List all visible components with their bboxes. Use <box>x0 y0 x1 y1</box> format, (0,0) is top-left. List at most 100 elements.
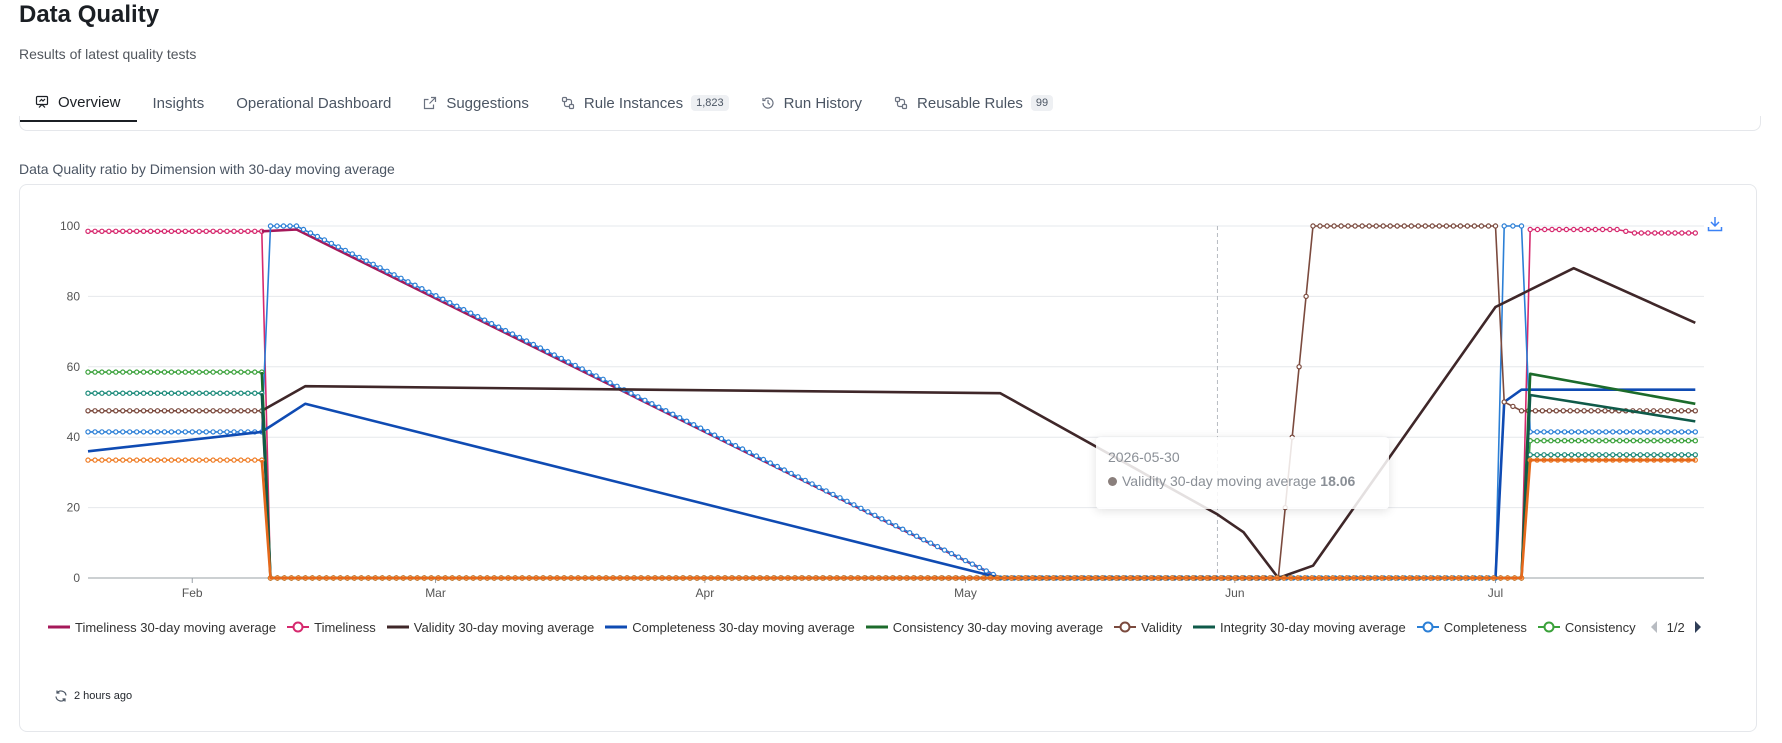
validity-point <box>1492 223 1499 229</box>
timeliness-point <box>1534 226 1541 233</box>
validity-point <box>1345 223 1351 229</box>
integrity-point <box>1603 452 1609 458</box>
consistency-point <box>154 369 161 375</box>
tooltip-value: 18.06 <box>1320 473 1356 489</box>
completeness-point <box>1616 429 1623 435</box>
completeness-point <box>1658 429 1664 435</box>
completeness-point <box>955 554 962 560</box>
consistency-point <box>1596 438 1602 444</box>
legend-item[interactable]: Timeliness <box>287 620 376 635</box>
validity-point <box>1422 223 1429 229</box>
completeness-point <box>725 439 732 445</box>
integrity-point <box>99 390 105 396</box>
validity-point <box>1501 399 1507 405</box>
integrity-point <box>1582 452 1589 458</box>
validity-point <box>1380 223 1386 229</box>
legend-prev-icon[interactable] <box>1649 620 1659 634</box>
validity-point <box>92 408 98 414</box>
legend-item[interactable]: Completeness 30-day moving average <box>605 620 855 635</box>
legend-item[interactable]: Consistency <box>1537 620 1636 635</box>
completeness-point <box>732 442 739 449</box>
completeness-point <box>1575 429 1582 435</box>
completeness-point <box>1554 429 1561 435</box>
download-icon[interactable] <box>1706 215 1724 233</box>
validity-point <box>161 408 168 414</box>
completeness-point <box>426 289 432 295</box>
integrity-point <box>1527 452 1533 458</box>
timeliness-point <box>1570 226 1577 233</box>
validity-point <box>1317 223 1323 229</box>
completeness-point <box>1501 223 1507 229</box>
integrity-point <box>1554 452 1561 458</box>
legend-item[interactable]: Timeliness 30-day moving average <box>48 620 276 635</box>
consistency-point <box>1637 438 1644 444</box>
completeness-point <box>642 397 648 403</box>
x-tick-label: Apr <box>696 586 715 600</box>
validity-point <box>1532 408 1539 414</box>
validity-point <box>140 408 147 414</box>
timeliness-point <box>1527 226 1533 233</box>
timeliness-point <box>175 228 182 234</box>
timeliness-point <box>1549 226 1555 233</box>
validity-point <box>1408 223 1415 229</box>
completeness-point <box>196 429 202 435</box>
validity-point <box>1471 223 1478 229</box>
refresh-status[interactable]: 2 hours ago <box>54 689 132 703</box>
consistency-point <box>126 369 133 375</box>
completeness-point <box>280 223 287 229</box>
series-point <box>147 457 154 463</box>
timeliness-point <box>113 228 119 234</box>
legend-next-icon[interactable] <box>1693 620 1703 634</box>
validity-point <box>1546 408 1553 414</box>
completeness-point <box>530 341 537 348</box>
legend-item[interactable]: Validity <box>1114 620 1182 635</box>
completeness-point <box>544 348 551 355</box>
completeness-point <box>1678 429 1685 435</box>
validity-point <box>1664 408 1671 414</box>
series-point <box>133 457 140 463</box>
completeness-point <box>147 429 154 435</box>
legend-label: Completeness 30-day moving average <box>632 619 855 635</box>
completeness-point <box>879 516 885 522</box>
consistency-point <box>1665 438 1671 444</box>
integrity-point <box>210 390 216 396</box>
series-point <box>196 457 202 463</box>
timeliness-point <box>238 228 244 234</box>
legend-item[interactable]: Consistency 30-day moving average <box>865 620 1103 635</box>
consistency-point <box>238 369 244 375</box>
timeliness-point <box>252 228 258 234</box>
completeness-point <box>140 429 147 435</box>
legend-item[interactable]: Completeness <box>1416 619 1527 635</box>
consistency-point <box>224 369 230 375</box>
completeness-point <box>495 324 502 330</box>
timeliness-point <box>196 228 202 234</box>
legend-label: Completeness <box>1443 619 1527 635</box>
completeness-point <box>99 429 105 435</box>
validity-point <box>1518 408 1525 414</box>
validity-point <box>1366 223 1372 229</box>
completeness-point <box>1651 429 1657 435</box>
integrity-point <box>133 390 140 396</box>
completeness-point <box>934 543 941 550</box>
completeness-point <box>328 240 335 247</box>
timeliness-point <box>182 228 188 234</box>
validity-point <box>133 408 140 414</box>
series-dot-icon <box>1108 476 1117 486</box>
validity-point <box>1560 408 1567 414</box>
validity-point <box>99 408 105 414</box>
completeness-point <box>927 540 934 546</box>
legend-item[interactable]: Validity 30-day moving average <box>386 620 594 635</box>
completeness-point <box>691 422 697 428</box>
completeness-point <box>300 226 307 233</box>
series-point <box>203 457 209 463</box>
integrity-30-day-moving-average-line <box>260 393 1696 580</box>
validity-point <box>1296 364 1302 370</box>
completeness-point <box>795 474 801 480</box>
completeness-point <box>356 254 362 261</box>
series-point <box>231 457 237 463</box>
integrity-point <box>1651 452 1657 458</box>
timeliness-point <box>147 228 154 234</box>
series-point <box>168 457 175 463</box>
legend-item[interactable]: Integrity 30-day moving average <box>1193 620 1406 635</box>
validity-point <box>231 408 237 414</box>
